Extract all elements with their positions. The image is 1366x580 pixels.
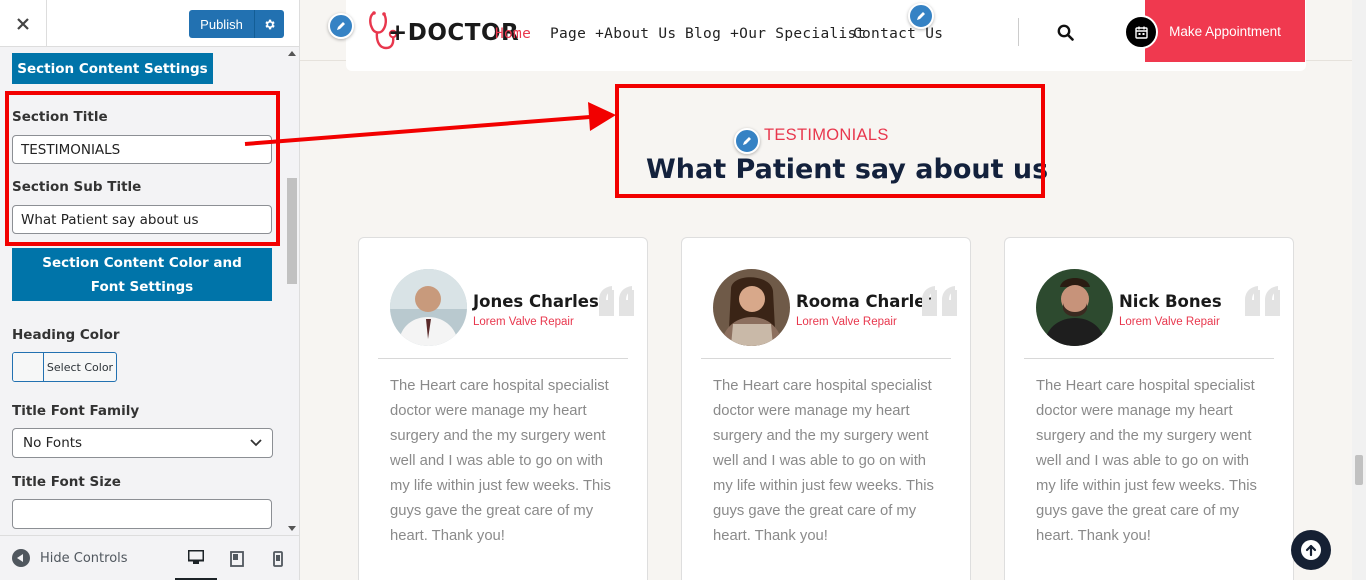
customizer-app: Publish Section Content Settings Section… bbox=[0, 0, 1366, 580]
annotation-arrow bbox=[244, 102, 616, 146]
